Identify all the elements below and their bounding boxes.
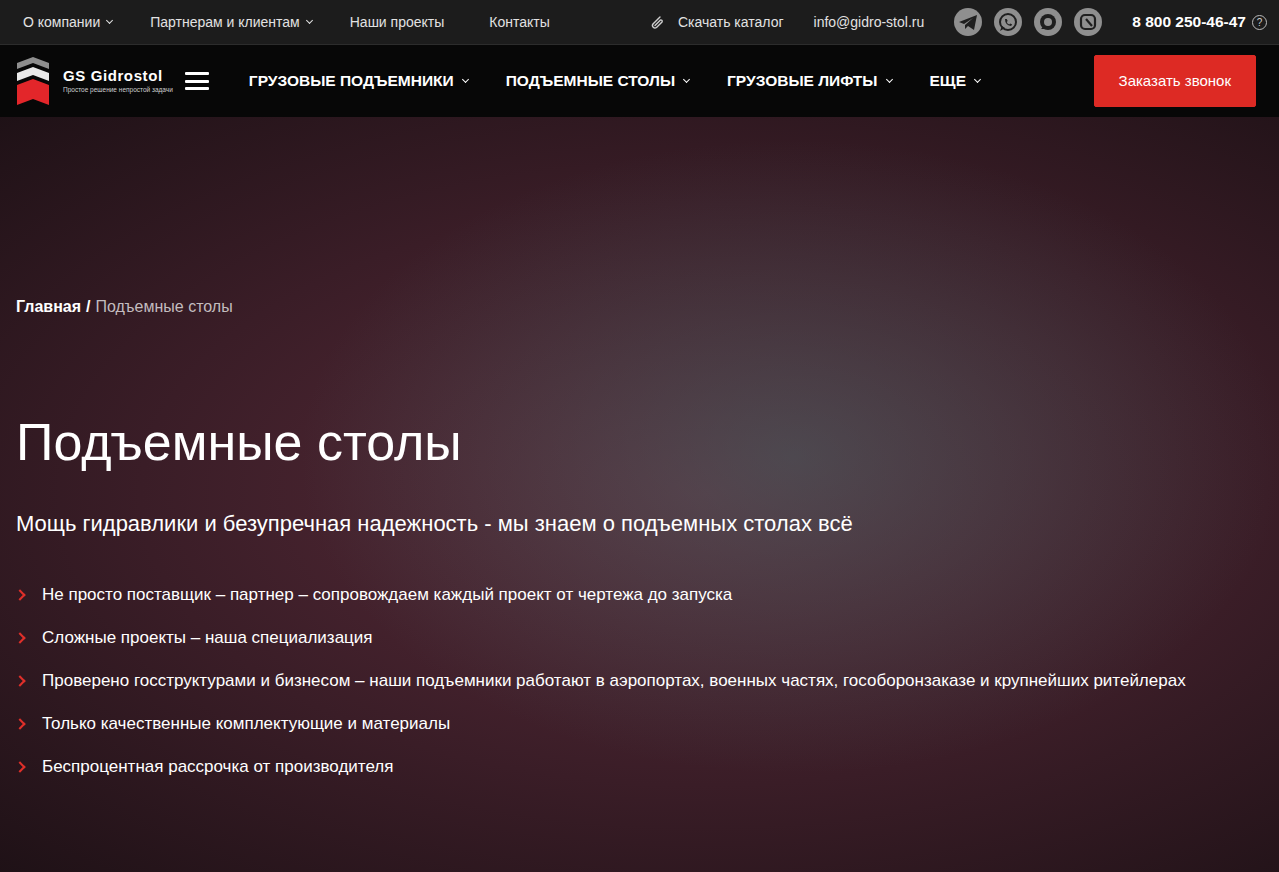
page-subtitle: Мощь гидравлики и безупречная надежность… xyxy=(16,511,1239,537)
main-header: GS Gidrostol Простое решение непростой за… xyxy=(0,45,1279,117)
bullet-chevron-icon xyxy=(14,590,25,601)
advantage-item: Только качественные комплектующие и мате… xyxy=(16,712,1236,735)
top-link-label: Партнерам и клиентам xyxy=(150,12,300,33)
main-menu-label: ГРУЗОВЫЕ ПОДЪЕМНИКИ xyxy=(249,69,454,92)
site-logo[interactable]: GS Gidrostol Простое решение непростой за… xyxy=(15,55,173,107)
top-link-label: Наши проекты xyxy=(350,12,445,33)
bullet-chevron-icon xyxy=(14,676,25,687)
order-call-button[interactable]: Заказать звонок xyxy=(1094,55,1256,107)
top-contacts: Скачать каталог info@gidro-stol.ru 8 800 2… xyxy=(648,8,1267,36)
dropdown-chevron-icon xyxy=(974,75,981,82)
advantage-item: Сложные проекты – наша специализация xyxy=(16,626,1236,649)
main-menu: ГРУЗОВЫЕ ПОДЪЕМНИКИ ПОДЪЕМНЫЕ СТОЛЫ ГРУЗОВ… xyxy=(249,69,980,92)
dropdown-chevron-icon xyxy=(683,75,690,82)
breadcrumb-link[interactable]: Главная xyxy=(16,295,81,319)
top-link-label: О компании xyxy=(23,12,100,33)
breadcrumb-trail: Главная/Подъемные столы xyxy=(16,295,1239,319)
dropdown-chevron-icon xyxy=(462,75,469,82)
top-link[interactable]: Контакты xyxy=(489,12,556,33)
main-menu-label: ПОДЪЕМНЫЕ СТОЛЫ xyxy=(506,69,675,92)
max-messenger-icon xyxy=(1035,9,1061,35)
advantage-text: Сложные проекты – наша специализация xyxy=(42,626,373,649)
social-button[interactable] xyxy=(1034,8,1062,36)
breadcrumb-separator: / xyxy=(86,295,90,319)
advantage-item: Не просто поставщик – партнер – сопровож… xyxy=(16,583,1236,606)
advantage-text: Проверено госструктурами и бизнесом – на… xyxy=(42,669,1186,692)
main-menu-label: ГРУЗОВЫЕ ЛИФТЫ xyxy=(727,69,877,92)
breadcrumb-current: Подъемные столы xyxy=(96,295,233,319)
whatsapp-icon xyxy=(995,9,1021,35)
main-menu-label: ЕЩЕ xyxy=(930,69,966,92)
main-menu-item[interactable]: ПОДЪЕМНЫЕ СТОЛЫ xyxy=(506,69,689,92)
phone-block: 8 800 250-46-47? xyxy=(1132,10,1267,33)
top-link[interactable]: Наши проекты xyxy=(350,12,452,33)
brand-name: GS Gidrostol xyxy=(63,68,173,83)
bullet-chevron-icon xyxy=(14,762,25,773)
page-title: Подъемные столы xyxy=(16,413,1239,473)
logo-mark-icon xyxy=(15,55,51,107)
dropdown-chevron-icon xyxy=(885,75,892,82)
top-link-label: Контакты xyxy=(489,12,549,33)
main-menu-item[interactable]: ГРУЗОВЫЕ ЛИФТЫ xyxy=(727,69,891,92)
top-link[interactable]: О компании xyxy=(23,12,112,33)
social-button[interactable] xyxy=(954,8,982,36)
phone-link[interactable]: 8 800 250-46-47 xyxy=(1132,10,1246,33)
main-menu-item[interactable]: ЕЩЕ xyxy=(930,69,980,92)
top-links: О компании Партнерам и клиентам Наши проек… xyxy=(23,12,557,33)
catalog-link[interactable]: Скачать каталог xyxy=(648,12,784,33)
advantage-text: Не просто поставщик – партнер – сопровож… xyxy=(42,583,732,606)
social-links xyxy=(954,8,1102,36)
menu-burger-icon[interactable] xyxy=(185,72,209,90)
brand-tagline: Простое решение непростой задачи xyxy=(63,87,173,94)
bullet-chevron-icon xyxy=(14,719,25,730)
dropdown-chevron-icon xyxy=(106,16,113,23)
social-button[interactable] xyxy=(1074,8,1102,36)
advantages-list: Не просто поставщик – партнер – сопровож… xyxy=(16,583,1236,778)
help-icon[interactable]: ? xyxy=(1252,15,1267,30)
advantage-item: Проверено госструктурами и бизнесом – на… xyxy=(16,669,1236,692)
hero-section: Главная/Подъемные столыПодъемные столыМо… xyxy=(0,117,1279,872)
dropdown-chevron-icon xyxy=(306,16,313,23)
top-bar: О компании Партнерам и клиентам Наши проек… xyxy=(0,0,1279,45)
advantage-text: Беспроцентная рассрочка от производителя xyxy=(42,755,393,778)
top-link[interactable]: Партнерам и клиентам xyxy=(150,12,312,33)
main-menu-item[interactable]: ГРУЗОВЫЕ ПОДЪЕМНИКИ xyxy=(249,69,468,92)
rustore-icon xyxy=(1075,9,1101,35)
telegram-icon xyxy=(955,9,981,35)
advantage-item: Беспроцентная рассрочка от производителя xyxy=(16,755,1236,778)
paperclip-icon xyxy=(648,14,666,30)
logo-text: GS Gidrostol Простое решение непростой за… xyxy=(63,68,173,94)
social-button[interactable] xyxy=(994,8,1022,36)
email-link[interactable]: info@gidro-stol.ru xyxy=(814,12,925,33)
advantage-text: Только качественные комплектующие и мате… xyxy=(42,712,450,735)
bullet-chevron-icon xyxy=(14,633,25,644)
catalog-label: Скачать каталог xyxy=(678,12,784,33)
